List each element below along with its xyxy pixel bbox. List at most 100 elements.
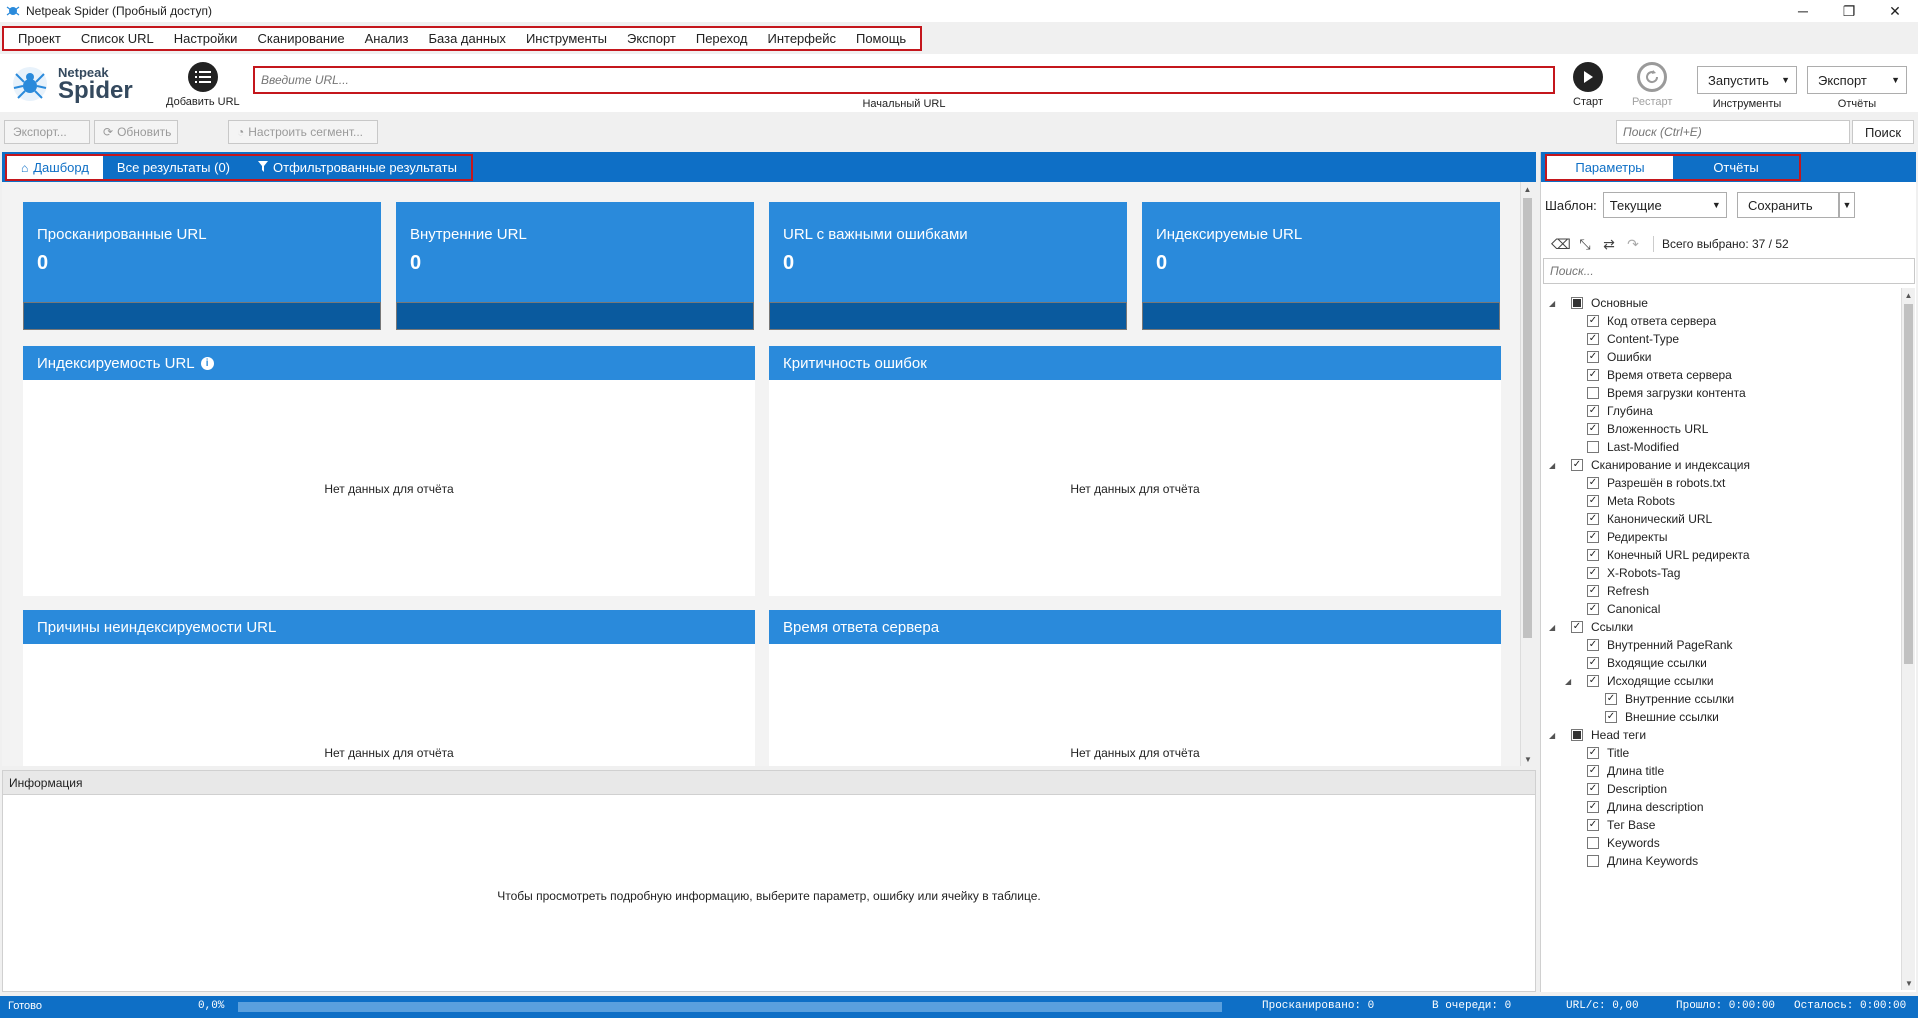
menu-scan[interactable]: Сканирование — [247, 31, 354, 46]
checkbox-partial-icon[interactable] — [1571, 297, 1583, 309]
expand-triangle-icon[interactable]: ◢ — [1549, 299, 1561, 308]
info-icon[interactable]: i — [200, 356, 214, 370]
checkbox-checked-icon[interactable]: ✓ — [1587, 531, 1599, 543]
menu-settings[interactable]: Настройки — [164, 31, 248, 46]
checkbox-checked-icon[interactable]: ✓ — [1587, 513, 1599, 525]
tree-item[interactable]: Last-Modified — [1565, 438, 1679, 456]
checkbox-checked-icon[interactable]: ✓ — [1587, 495, 1599, 507]
swap-icon[interactable]: ⇄ — [1597, 236, 1621, 253]
tab-all-results[interactable]: Все результаты (0) — [103, 156, 244, 179]
redo-icon[interactable]: ↷ — [1621, 236, 1645, 253]
menu-database[interactable]: База данных — [419, 31, 516, 46]
checkbox-checked-icon[interactable]: ✓ — [1587, 405, 1599, 417]
tree-item[interactable]: ✓ Ошибки — [1565, 348, 1652, 366]
minimize-button[interactable]: ─ — [1780, 0, 1826, 22]
checkbox-checked-icon[interactable]: ✓ — [1605, 711, 1617, 723]
checkbox-checked-icon[interactable]: ✓ — [1587, 585, 1599, 597]
menu-interface[interactable]: Интерфейс — [758, 31, 846, 46]
tree-item[interactable]: ✓ Разрешён в robots.txt — [1565, 474, 1725, 492]
checkbox-checked-icon[interactable]: ✓ — [1587, 567, 1599, 579]
tree-item[interactable]: ✓ Длина title — [1565, 762, 1664, 780]
card-scanned-urls[interactable]: Просканированные URL 0 — [23, 202, 381, 330]
tree-item[interactable]: ✓ Длина description — [1565, 798, 1704, 816]
tree-item[interactable]: ✓ Входящие ссылки — [1565, 654, 1707, 672]
save-template-button[interactable]: Сохранить — [1737, 192, 1839, 218]
tree-item[interactable]: ✓ Тег Base — [1565, 816, 1655, 834]
checkbox-checked-icon[interactable]: ✓ — [1587, 747, 1599, 759]
tree-item[interactable]: ✓ Meta Robots — [1565, 492, 1675, 510]
tree-item[interactable]: ◢ ✓ Ссылки — [1549, 618, 1633, 636]
checkbox-checked-icon[interactable]: ✓ — [1587, 369, 1599, 381]
menu-navigate[interactable]: Переход — [686, 31, 758, 46]
checkbox-checked-icon[interactable]: ✓ — [1587, 603, 1599, 615]
checkbox-checked-icon[interactable]: ✓ — [1587, 675, 1599, 687]
tree-item[interactable]: Keywords — [1565, 834, 1660, 852]
scroll-up-icon[interactable]: ▲ — [1902, 288, 1915, 302]
tree-item[interactable]: ✓ Внутренние ссылки — [1583, 690, 1734, 708]
tab-parameters[interactable]: Параметры — [1547, 156, 1673, 179]
tree-item[interactable]: ✓ Конечный URL редиректа — [1565, 546, 1750, 564]
card-critical-error-urls[interactable]: URL с важными ошибками 0 — [769, 202, 1127, 330]
checkbox-empty-icon[interactable] — [1587, 441, 1599, 453]
add-url-button[interactable]: Добавить URL — [166, 62, 240, 108]
template-select[interactable]: Текущие ▼ — [1602, 192, 1727, 218]
tree-item[interactable]: ✓ Refresh — [1565, 582, 1649, 600]
menu-tools[interactable]: Инструменты — [516, 31, 617, 46]
tab-dashboard[interactable]: ⌂ Дашборд — [7, 156, 103, 179]
checkbox-empty-icon[interactable] — [1587, 387, 1599, 399]
params-search-input[interactable] — [1543, 258, 1915, 284]
checkbox-empty-icon[interactable] — [1587, 855, 1599, 867]
checkbox-partial-icon[interactable] — [1571, 729, 1583, 741]
maximize-button[interactable]: ❐ — [1826, 0, 1872, 22]
scroll-up-icon[interactable]: ▲ — [1521, 182, 1534, 196]
checkbox-checked-icon[interactable]: ✓ — [1587, 657, 1599, 669]
menu-analysis[interactable]: Анализ — [355, 31, 419, 46]
scroll-down-icon[interactable]: ▼ — [1521, 752, 1535, 766]
export-reports-dropdown[interactable]: Экспорт ▼ — [1807, 66, 1907, 94]
results-search-input[interactable] — [1616, 120, 1850, 144]
scrollbar-thumb[interactable] — [1904, 304, 1913, 664]
scroll-down-icon[interactable]: ▼ — [1902, 976, 1916, 990]
tree-item[interactable]: ✓ Код ответа сервера — [1565, 312, 1716, 330]
menu-project[interactable]: Проект — [8, 31, 71, 46]
tab-reports[interactable]: Отчёты — [1673, 156, 1799, 179]
menu-help[interactable]: Помощь — [846, 31, 916, 46]
save-dropdown-caret-icon[interactable]: ▼ — [1839, 192, 1855, 218]
export-button[interactable]: Экспорт... — [4, 120, 90, 144]
params-scrollbar[interactable]: ▲ ▼ — [1901, 288, 1915, 990]
tree-item[interactable]: ◢ Head теги — [1549, 726, 1646, 744]
expand-triangle-icon[interactable]: ◢ — [1549, 731, 1561, 740]
menu-export[interactable]: Экспорт — [617, 31, 686, 46]
expand-triangle-icon[interactable]: ◢ — [1565, 677, 1577, 686]
tree-item[interactable]: ✓ Канонический URL — [1565, 510, 1712, 528]
start-url-input[interactable] — [253, 66, 1555, 94]
refresh-button[interactable]: ⟳ Обновить — [94, 120, 178, 144]
tree-item[interactable]: ✓ Вложенность URL — [1565, 420, 1708, 438]
run-tools-dropdown[interactable]: Запустить ▼ — [1697, 66, 1797, 94]
tree-item[interactable]: ✓ Глубина — [1565, 402, 1653, 420]
collapse-icon[interactable]: ⤡ — [1573, 236, 1597, 253]
tree-item[interactable]: ✓ Внешние ссылки — [1583, 708, 1719, 726]
expand-triangle-icon[interactable]: ◢ — [1549, 623, 1561, 632]
checkbox-empty-icon[interactable] — [1587, 837, 1599, 849]
tree-item[interactable]: ✓ Внутренний PageRank — [1565, 636, 1733, 654]
tree-item[interactable]: ◢ Основные — [1549, 294, 1648, 312]
eraser-icon[interactable]: ⌫ — [1549, 236, 1573, 253]
configure-segment-button[interactable]: ◔ Настроить сегмент... — [228, 120, 378, 144]
scrollbar-thumb[interactable] — [1523, 198, 1532, 638]
search-button[interactable]: Поиск — [1852, 120, 1914, 144]
checkbox-checked-icon[interactable]: ✓ — [1587, 765, 1599, 777]
tree-item[interactable]: ◢ ✓ Сканирование и индексация — [1549, 456, 1750, 474]
checkbox-checked-icon[interactable]: ✓ — [1587, 351, 1599, 363]
tree-item[interactable]: ✓ Title — [1565, 744, 1629, 762]
checkbox-checked-icon[interactable]: ✓ — [1587, 819, 1599, 831]
checkbox-checked-icon[interactable]: ✓ — [1587, 423, 1599, 435]
checkbox-checked-icon[interactable]: ✓ — [1587, 549, 1599, 561]
tab-filtered-results[interactable]: Отфильтрованные результаты — [244, 156, 471, 179]
checkbox-checked-icon[interactable]: ✓ — [1587, 333, 1599, 345]
tree-item[interactable]: ◢ ✓ Исходящие ссылки — [1565, 672, 1714, 690]
tree-item[interactable]: ✓ Description — [1565, 780, 1667, 798]
tree-item[interactable]: ✓ X-Robots-Tag — [1565, 564, 1680, 582]
tree-item[interactable]: ✓ Canonical — [1565, 600, 1660, 618]
checkbox-checked-icon[interactable]: ✓ — [1587, 801, 1599, 813]
